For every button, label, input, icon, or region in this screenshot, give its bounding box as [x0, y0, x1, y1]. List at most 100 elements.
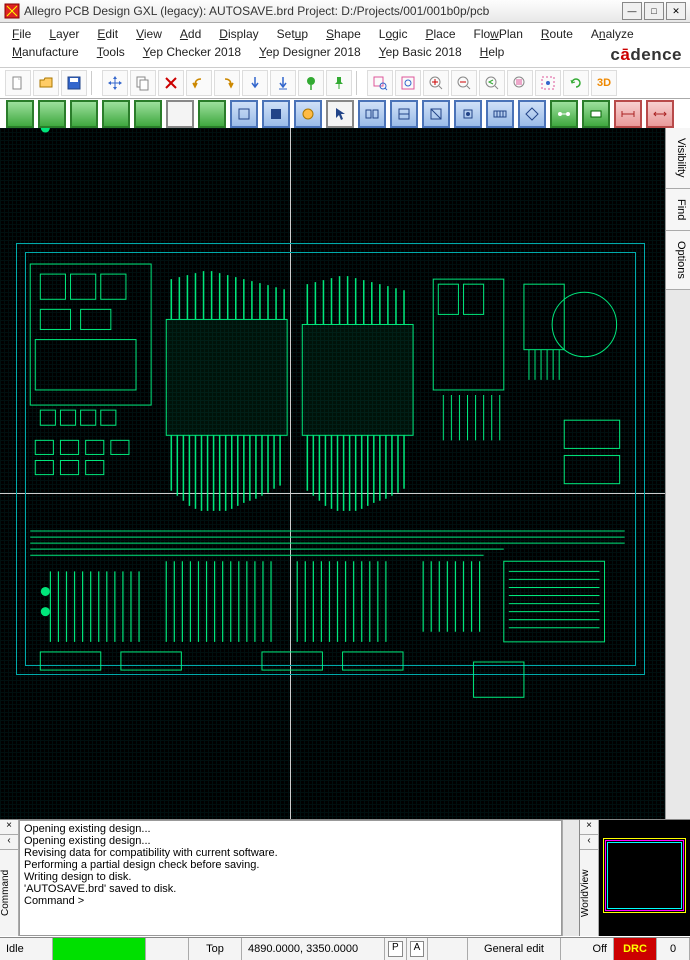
- menu-tools[interactable]: Tools: [91, 43, 131, 61]
- worldview-collapse-button[interactable]: ‹: [580, 835, 598, 850]
- layer-top-button[interactable]: [6, 100, 34, 128]
- command-label: Command: [0, 850, 18, 936]
- zoom-world-button[interactable]: [535, 70, 561, 96]
- window-title: Allegro PCB Design GXL (legacy): AUTOSAV…: [24, 4, 620, 18]
- zoom-prev-button[interactable]: [479, 70, 505, 96]
- menu-yep-checker[interactable]: Yep Checker 2018: [137, 43, 247, 61]
- status-drc-mode: Off: [561, 938, 614, 960]
- status-edit-mode[interactable]: General edit: [468, 938, 561, 960]
- menu-display[interactable]: Display: [213, 25, 264, 43]
- new-file-button[interactable]: [5, 70, 31, 96]
- menu-yep-basic[interactable]: Yep Basic 2018: [373, 43, 468, 61]
- zoom-in-button[interactable]: [423, 70, 449, 96]
- workspace: Visibility Find Options: [0, 128, 690, 820]
- log-line: Opening existing design...: [24, 823, 557, 835]
- zoom-sel-button[interactable]: [507, 70, 533, 96]
- menu-place[interactable]: Place: [419, 25, 461, 43]
- menu-setup[interactable]: Setup: [271, 25, 314, 43]
- command-panel-header: × ‹ Command: [0, 820, 19, 936]
- layer-bot-button[interactable]: [198, 100, 226, 128]
- status-p-button[interactable]: P: [385, 938, 407, 960]
- status-mode: Idle: [0, 938, 53, 960]
- tool-3-button[interactable]: [422, 100, 450, 128]
- pushpin-button[interactable]: [326, 70, 352, 96]
- shape-circle-button[interactable]: [294, 100, 322, 128]
- open-file-button[interactable]: [33, 70, 59, 96]
- 3d-view-button[interactable]: 3D: [591, 70, 617, 96]
- tool-4-button[interactable]: [454, 100, 482, 128]
- menu-yep-designer[interactable]: Yep Designer 2018: [253, 43, 367, 61]
- command-close-button[interactable]: ×: [0, 820, 18, 835]
- worldview-close-button[interactable]: ×: [580, 820, 598, 835]
- minimize-button[interactable]: —: [622, 2, 642, 20]
- close-button[interactable]: ✕: [666, 2, 686, 20]
- zoom-out-button[interactable]: [451, 70, 477, 96]
- refresh-button[interactable]: [563, 70, 589, 96]
- tab-find[interactable]: Find: [666, 189, 690, 231]
- status-layer[interactable]: Top: [189, 938, 242, 960]
- menu-file[interactable]: File: [6, 25, 37, 43]
- log-line: Writing design to disk.: [24, 871, 557, 883]
- menu-manufacture[interactable]: Manufacture: [6, 43, 85, 61]
- log-line: Opening existing design...: [24, 835, 557, 847]
- layer-4-button[interactable]: [102, 100, 130, 128]
- tool-2-button[interactable]: [390, 100, 418, 128]
- delete-button[interactable]: [158, 70, 184, 96]
- pin-button[interactable]: [298, 70, 324, 96]
- shape-fill-button[interactable]: [262, 100, 290, 128]
- down-arrow-2-button[interactable]: [270, 70, 296, 96]
- worldview-canvas[interactable]: [599, 820, 690, 936]
- layer-2-button[interactable]: [38, 100, 66, 128]
- net-1-button[interactable]: [550, 100, 578, 128]
- app-icon: [4, 3, 20, 19]
- tab-visibility[interactable]: Visibility: [666, 128, 690, 189]
- status-blank1: [146, 938, 189, 960]
- command-scrollbar[interactable]: [562, 820, 579, 936]
- title-bar: Allegro PCB Design GXL (legacy): AUTOSAV…: [0, 0, 690, 23]
- menu-add[interactable]: Add: [174, 25, 207, 43]
- dim-1-button[interactable]: [614, 100, 642, 128]
- brand-logo: cādence: [610, 45, 682, 65]
- command-collapse-button[interactable]: ‹: [0, 835, 18, 850]
- dim-2-button[interactable]: [646, 100, 674, 128]
- design-canvas[interactable]: [0, 128, 665, 820]
- layer-5-button[interactable]: [134, 100, 162, 128]
- tool-1-button[interactable]: [358, 100, 386, 128]
- undo-button[interactable]: [186, 70, 212, 96]
- menu-flowplan[interactable]: FlowPlan: [468, 25, 529, 43]
- menu-analyze[interactable]: Analyze: [585, 25, 640, 43]
- shape-box-button[interactable]: [230, 100, 258, 128]
- menu-logic[interactable]: Logic: [373, 25, 414, 43]
- layer-3-button[interactable]: [70, 100, 98, 128]
- menu-help[interactable]: Help: [474, 43, 511, 61]
- tool-6-button[interactable]: [518, 100, 546, 128]
- menu-layer[interactable]: Layer: [43, 25, 85, 43]
- command-prompt[interactable]: Command >: [24, 895, 557, 907]
- redo-button[interactable]: [214, 70, 240, 96]
- side-tabs: Visibility Find Options: [665, 128, 690, 820]
- menu-route[interactable]: Route: [535, 25, 579, 43]
- worldview-label: WorldView: [580, 850, 598, 936]
- tab-options[interactable]: Options: [666, 231, 690, 290]
- select-arrow-button[interactable]: [326, 100, 354, 128]
- status-drc-indicator[interactable]: DRC: [614, 938, 657, 960]
- move-button[interactable]: [102, 70, 128, 96]
- layer-blank-button[interactable]: [166, 100, 194, 128]
- log-line: Revising data for compatibility with cur…: [24, 847, 557, 859]
- menu-shape[interactable]: Shape: [320, 25, 367, 43]
- log-line: 'AUTOSAVE.brd' saved to disk.: [24, 883, 557, 895]
- zoom-window-button[interactable]: [367, 70, 393, 96]
- maximize-button[interactable]: □: [644, 2, 664, 20]
- net-2-button[interactable]: [582, 100, 610, 128]
- command-log[interactable]: Opening existing design... Opening exist…: [19, 820, 562, 936]
- worldview-inner-outline: [607, 842, 682, 909]
- copy-button[interactable]: [130, 70, 156, 96]
- status-progress: [53, 938, 146, 960]
- save-file-button[interactable]: [61, 70, 87, 96]
- menu-edit[interactable]: Edit: [91, 25, 124, 43]
- status-a-button[interactable]: A: [407, 938, 429, 960]
- zoom-fit-button[interactable]: [395, 70, 421, 96]
- down-arrow-1-button[interactable]: [242, 70, 268, 96]
- tool-5-button[interactable]: [486, 100, 514, 128]
- menu-view[interactable]: View: [130, 25, 168, 43]
